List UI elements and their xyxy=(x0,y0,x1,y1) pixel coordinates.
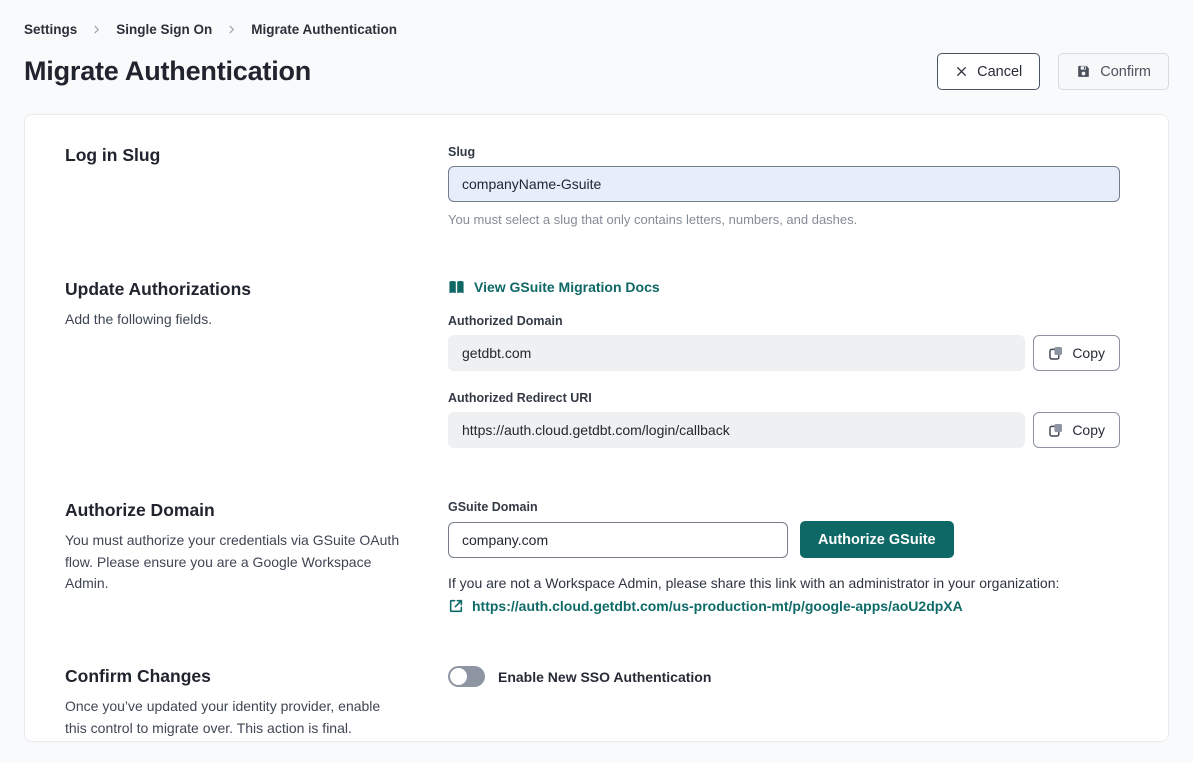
copy-button-label: Copy xyxy=(1072,345,1105,361)
confirm-button-label: Confirm xyxy=(1100,64,1151,80)
confirm-changes-title: Confirm Changes xyxy=(65,666,403,687)
authorized-redirect-uri-input[interactable] xyxy=(448,412,1025,448)
page-title: Migrate Authentication xyxy=(24,56,311,87)
update-authorizations-title: Update Authorizations xyxy=(65,279,403,300)
share-link-row: https://auth.cloud.getdbt.com/us-product… xyxy=(448,598,1120,614)
settings-card: Log in Slug Slug You must select a slug … xyxy=(24,114,1169,742)
page-header: Settings Single Sign On Migrate Authenti… xyxy=(0,0,1193,90)
section-confirm-changes: Confirm Changes Once you’ve updated your… xyxy=(65,666,1120,739)
enable-sso-toggle[interactable] xyxy=(448,666,485,687)
authorize-gsuite-button[interactable]: Authorize GSuite xyxy=(800,521,954,558)
breadcrumb: Settings Single Sign On Migrate Authenti… xyxy=(24,22,1169,37)
authorize-domain-title: Authorize Domain xyxy=(65,500,403,521)
section-update-authorizations: Update Authorizations Add the following … xyxy=(65,279,1120,448)
slug-input[interactable] xyxy=(448,166,1120,202)
breadcrumb-settings[interactable]: Settings xyxy=(24,22,77,37)
header-actions: Cancel Confirm xyxy=(937,53,1169,90)
copy-redirect-uri-button[interactable]: Copy xyxy=(1033,412,1120,448)
gsuite-domain-input[interactable] xyxy=(448,522,788,558)
cancel-button-label: Cancel xyxy=(977,64,1022,80)
open-book-icon xyxy=(448,280,465,295)
chevron-right-icon xyxy=(91,24,102,35)
x-icon xyxy=(955,65,968,78)
copy-authorized-domain-button[interactable]: Copy xyxy=(1033,335,1120,371)
external-link-icon xyxy=(448,598,464,614)
enable-sso-toggle-label: Enable New SSO Authentication xyxy=(498,669,711,685)
copy-icon xyxy=(1048,422,1064,438)
authorized-domain-input[interactable] xyxy=(448,335,1025,371)
toggle-knob xyxy=(450,668,467,685)
slug-helper-text: You must select a slug that only contain… xyxy=(448,212,1120,227)
breadcrumb-current-page: Migrate Authentication xyxy=(251,22,397,37)
save-icon xyxy=(1076,64,1091,79)
confirm-button[interactable]: Confirm xyxy=(1058,53,1169,90)
section-login-slug: Log in Slug Slug You must select a slug … xyxy=(65,145,1120,227)
chevron-right-icon xyxy=(226,24,237,35)
cancel-button[interactable]: Cancel xyxy=(937,53,1040,90)
login-slug-title: Log in Slug xyxy=(65,145,403,166)
authorized-redirect-uri-label: Authorized Redirect URI xyxy=(448,391,1120,405)
workspace-admin-note: If you are not a Workspace Admin, please… xyxy=(448,575,1120,591)
authorized-domain-row: Copy xyxy=(448,335,1120,371)
slug-label: Slug xyxy=(448,145,1120,159)
gsuite-migration-docs-link[interactable]: View GSuite Migration Docs xyxy=(448,279,660,295)
breadcrumb-single-sign-on[interactable]: Single Sign On xyxy=(116,22,212,37)
copy-button-label: Copy xyxy=(1072,422,1105,438)
gsuite-domain-row: Authorize GSuite xyxy=(448,521,1120,558)
confirm-changes-description: Once you’ve updated your identity provid… xyxy=(65,696,403,739)
authorized-redirect-uri-row: Copy xyxy=(448,412,1120,448)
copy-icon xyxy=(1048,345,1064,361)
admin-share-link[interactable]: https://auth.cloud.getdbt.com/us-product… xyxy=(472,598,963,614)
authorized-domain-label: Authorized Domain xyxy=(448,314,1120,328)
update-authorizations-description: Add the following fields. xyxy=(65,309,403,331)
gsuite-domain-label: GSuite Domain xyxy=(448,500,1120,514)
gsuite-migration-docs-label: View GSuite Migration Docs xyxy=(474,279,660,295)
enable-sso-toggle-row: Enable New SSO Authentication xyxy=(448,666,1120,687)
section-authorize-domain: Authorize Domain You must authorize your… xyxy=(65,500,1120,614)
authorize-domain-description: You must authorize your credentials via … xyxy=(65,530,403,595)
